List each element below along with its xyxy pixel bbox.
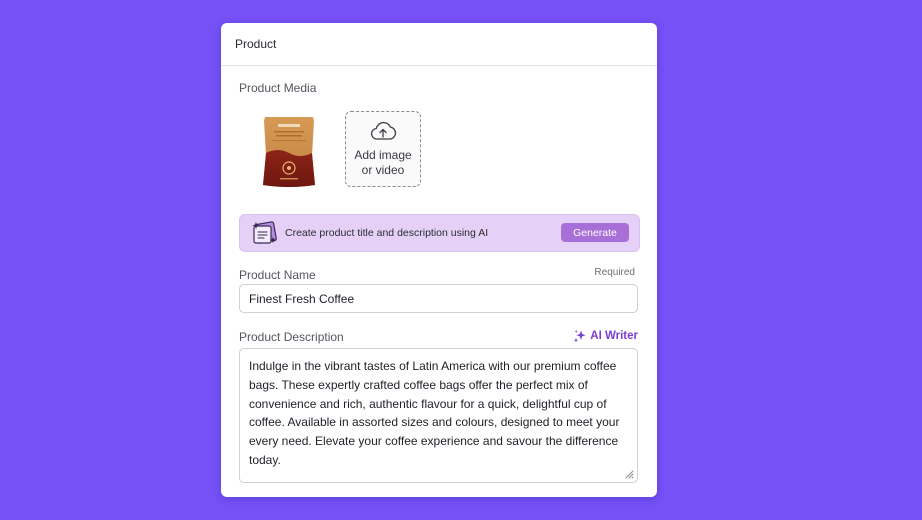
- coffee-bag-thumbnail[interactable]: [260, 115, 318, 191]
- sparkle-icon: [574, 329, 586, 343]
- product-description-textarea[interactable]: Indulge in the vibrant tastes of Latin A…: [239, 348, 638, 483]
- generate-button[interactable]: Generate: [561, 223, 629, 242]
- add-media-button[interactable]: Add image or video: [345, 111, 421, 187]
- add-media-label-line2: or video: [361, 163, 405, 177]
- product-description-value: Indulge in the vibrant tastes of Latin A…: [249, 359, 620, 467]
- resize-grip-icon[interactable]: [625, 470, 634, 479]
- card-header: Product: [221, 23, 657, 66]
- ai-document-sparkle-icon: [252, 221, 277, 244]
- cloud-upload-icon: [370, 121, 397, 140]
- ai-writer-button[interactable]: AI Writer: [573, 329, 638, 343]
- card-title: Product: [235, 37, 277, 51]
- product-name-label: Product Name: [239, 268, 316, 282]
- product-media-label: Product Media: [239, 81, 317, 95]
- required-indicator: Required: [594, 267, 635, 278]
- ai-generate-banner: Create product title and description usi…: [239, 214, 640, 252]
- ai-banner-text: Create product title and description usi…: [285, 227, 489, 239]
- add-media-label-line1: Add image: [354, 148, 412, 162]
- ai-writer-label: AI Writer: [590, 330, 638, 342]
- product-description-label: Product Description: [239, 330, 344, 344]
- product-name-input[interactable]: Finest Fresh Coffee: [239, 284, 638, 313]
- product-name-value: Finest Fresh Coffee: [249, 291, 355, 306]
- product-card: Product Product Media Add image or video…: [221, 23, 657, 497]
